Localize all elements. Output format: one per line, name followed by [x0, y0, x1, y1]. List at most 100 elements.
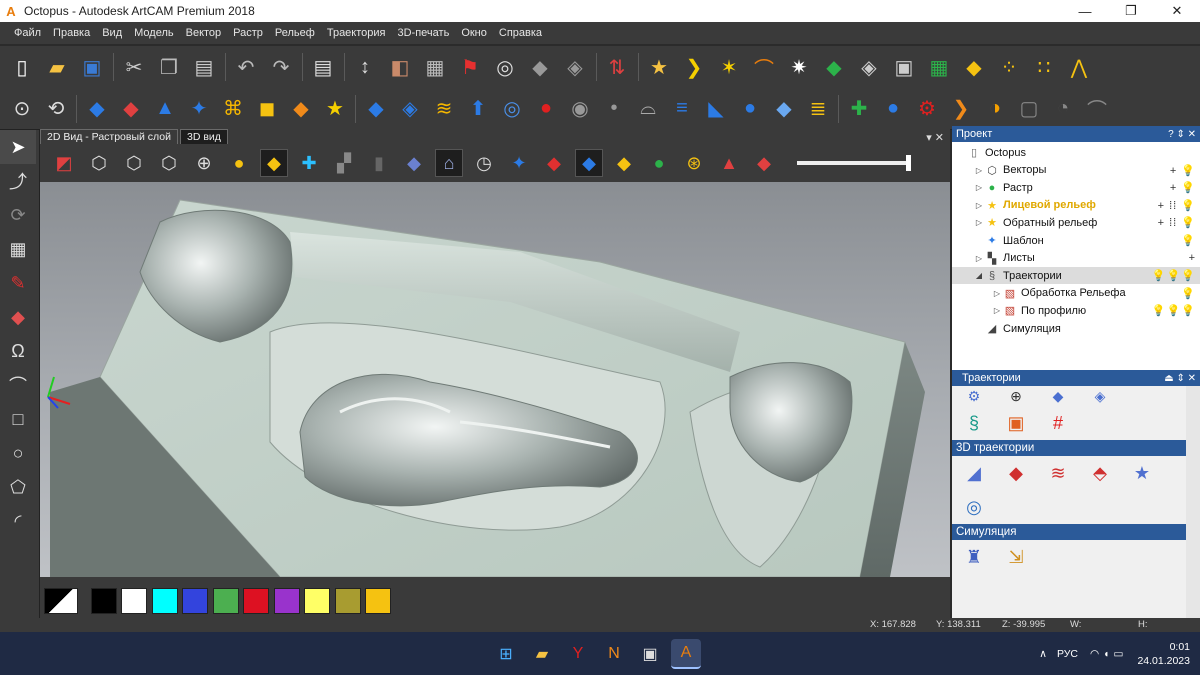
file-explorer-icon[interactable]: ▰ [527, 639, 557, 669]
blue-target-icon[interactable]: ◎ [498, 95, 526, 123]
3d-stack-icon[interactable]: ≋ [1044, 459, 1072, 487]
tree-item-1[interactable]: ▷ ⬡ Векторы + 💡 [952, 162, 1200, 179]
blue-arrow-icon[interactable]: ⬆ [464, 95, 492, 123]
tree-item-actions[interactable]: 💡 [1181, 287, 1196, 300]
blue-red-layer-icon[interactable]: ◆ [575, 149, 603, 177]
toolpath-drill-icon[interactable]: ◆ [1044, 382, 1072, 410]
notes-icon[interactable]: ▤ [309, 53, 337, 81]
blue-pot-icon[interactable]: ● [879, 95, 907, 123]
tree-expand-icon[interactable]: ▷ [974, 183, 984, 192]
tree-item-actions[interactable]: 💡 [1181, 234, 1196, 247]
toolpath-target-icon[interactable]: ⊕ [1002, 382, 1030, 410]
dotted-line-icon[interactable]: ∷ [1030, 53, 1058, 81]
fg-bg-color-icon[interactable] [44, 587, 78, 614]
color-swatch-1[interactable] [121, 587, 147, 614]
node-chain-icon[interactable]: ⋀ [1065, 53, 1093, 81]
open-folder-icon[interactable]: ▰ [43, 53, 71, 81]
tree-item-7[interactable]: ◢ § Траектории 💡💡💡 [952, 267, 1200, 285]
tree-item-3[interactable]: ▷ ★ Лицевой рельеф + ⁞⁞ 💡 [952, 197, 1200, 214]
rectangle-icon[interactable]: □ [0, 402, 36, 436]
tree-expand-icon[interactable]: ▷ [974, 218, 984, 227]
blue-tilt-icon[interactable]: ◣ [702, 95, 730, 123]
simulation-header[interactable]: Симуляция [952, 524, 1200, 540]
volume-icon[interactable]: ◖ [1103, 648, 1109, 660]
orange-arc-icon[interactable]: ❯ [947, 95, 975, 123]
tree-item-4[interactable]: ▷ ★ Обратный рельеф + ⁞⁞ 💡 [952, 214, 1200, 231]
menu-item-6[interactable]: Рельеф [269, 27, 321, 39]
clock[interactable]: 0:01 24.01.2023 [1137, 640, 1190, 668]
tree-item-actions[interactable]: + ⁞⁞ 💡 [1158, 216, 1196, 229]
puzzle-icon[interactable]: ▞ [330, 149, 358, 177]
gray-disc-icon[interactable]: ◉ [566, 95, 594, 123]
blue-pyramid-icon[interactable]: ▲ [151, 95, 179, 123]
cube-iso-icon[interactable]: ◩ [50, 149, 78, 177]
pen-icon[interactable]: ✎ [0, 266, 36, 300]
gray-cup-icon[interactable]: ⌓ [634, 95, 662, 123]
gray-square-icon[interactable]: ▢ [1015, 95, 1043, 123]
tool-icon[interactable]: ⌂ [435, 149, 463, 177]
menu-item-2[interactable]: Вид [96, 27, 128, 39]
distribute-icon[interactable]: ⇅ [603, 53, 631, 81]
arc-icon[interactable]: ◜ [0, 504, 36, 538]
mesh-icon[interactable]: ▦ [0, 232, 36, 266]
tree-item-actions[interactable]: 💡💡💡 [1152, 269, 1196, 282]
cube-front-icon[interactable]: ⬡ [85, 149, 113, 177]
transform-icon[interactable]: ⟳ [0, 198, 36, 232]
cube-top-icon[interactable]: ⬡ [155, 149, 183, 177]
toolpath-panel-icon[interactable]: ▣ [1002, 409, 1030, 437]
color-swatch-6[interactable] [273, 587, 300, 614]
color-swatch-0[interactable] [90, 587, 117, 614]
blue-plane-icon[interactable]: ◆ [362, 95, 390, 123]
3d-inspect-icon[interactable]: ◎ [960, 493, 988, 521]
gold-weave-icon[interactable]: ⌘ [219, 95, 247, 123]
yellow-tile-icon[interactable]: ◆ [960, 53, 988, 81]
star-page-icon[interactable]: ★ [321, 95, 349, 123]
red-tile-icon[interactable]: ◆ [117, 95, 145, 123]
toolpath-layer-icon[interactable]: ◈ [1086, 382, 1114, 410]
wifi-icon[interactable]: ◠ [1090, 648, 1099, 660]
yandex-browser-icon[interactable]: Y [563, 639, 593, 669]
node-edit-icon[interactable]: ⤴ [0, 164, 36, 198]
tree-expand-icon[interactable]: ▷ [974, 166, 984, 175]
menu-item-10[interactable]: Справка [493, 27, 548, 39]
menu-item-7[interactable]: Траектория [321, 27, 392, 39]
select-arrow-icon[interactable]: ➤ [0, 130, 36, 164]
light-bulb-icon[interactable]: ● [225, 149, 253, 177]
polyline-icon[interactable]: ⌒ [0, 368, 36, 402]
blue-diamond-icon[interactable]: ◆ [83, 95, 111, 123]
redo-icon[interactable]: ↷ [267, 53, 295, 81]
text-tool-icon[interactable]: Ω [0, 334, 36, 368]
grid-view-icon[interactable]: ▦ [421, 53, 449, 81]
tree-expand-icon[interactable]: ▷ [974, 201, 984, 210]
eraser-icon[interactable]: ◆ [0, 300, 36, 334]
color-swatch-5[interactable] [243, 587, 269, 614]
sim-export-icon[interactable]: ⇲ [1002, 543, 1030, 571]
image-app-icon[interactable]: ▣ [635, 639, 665, 669]
toolpaths-scrollbar[interactable] [1186, 386, 1200, 618]
color-swatch-9[interactable] [365, 587, 391, 614]
yellow-box-icon[interactable]: ◼ [253, 95, 281, 123]
tree-item-actions[interactable]: + 💡 [1170, 181, 1196, 194]
close-button[interactable]: ✕ [1154, 0, 1200, 22]
measure-icon[interactable]: ◎ [491, 53, 519, 81]
sim-block-icon[interactable]: ♜ [960, 543, 988, 571]
toolpath-coil-icon[interactable]: § [960, 409, 988, 437]
red-blue-layer-icon[interactable]: ◆ [540, 149, 568, 177]
menu-item-8[interactable]: 3D-печать [392, 27, 456, 39]
project-panel-controls[interactable]: ? ⇕ ✕ [1168, 129, 1200, 140]
menu-item-5[interactable]: Растр [227, 27, 269, 39]
tree-item-actions[interactable]: + [1189, 252, 1196, 264]
3d-star-icon[interactable]: ★ [1128, 459, 1156, 487]
blue-block-icon[interactable]: ◆ [400, 149, 428, 177]
folder-star-icon[interactable]: ★ [645, 53, 673, 81]
relief-icon[interactable]: ◈ [561, 53, 589, 81]
cylinder-icon[interactable]: ▮ [365, 149, 393, 177]
save-icon[interactable]: ▣ [78, 53, 106, 81]
gray-swoosh-icon[interactable]: ⌒ [1083, 95, 1111, 123]
dots-icon[interactable]: ⁘ [995, 53, 1023, 81]
blue-ball-icon[interactable]: ● [736, 95, 764, 123]
cut-icon[interactable]: ✂ [120, 53, 148, 81]
language-indicator[interactable]: РУС [1057, 648, 1078, 660]
toolpaths-panel-controls[interactable]: ⏏ ⇕ ✕ [1164, 373, 1200, 384]
color-swatch-8[interactable] [334, 587, 361, 614]
